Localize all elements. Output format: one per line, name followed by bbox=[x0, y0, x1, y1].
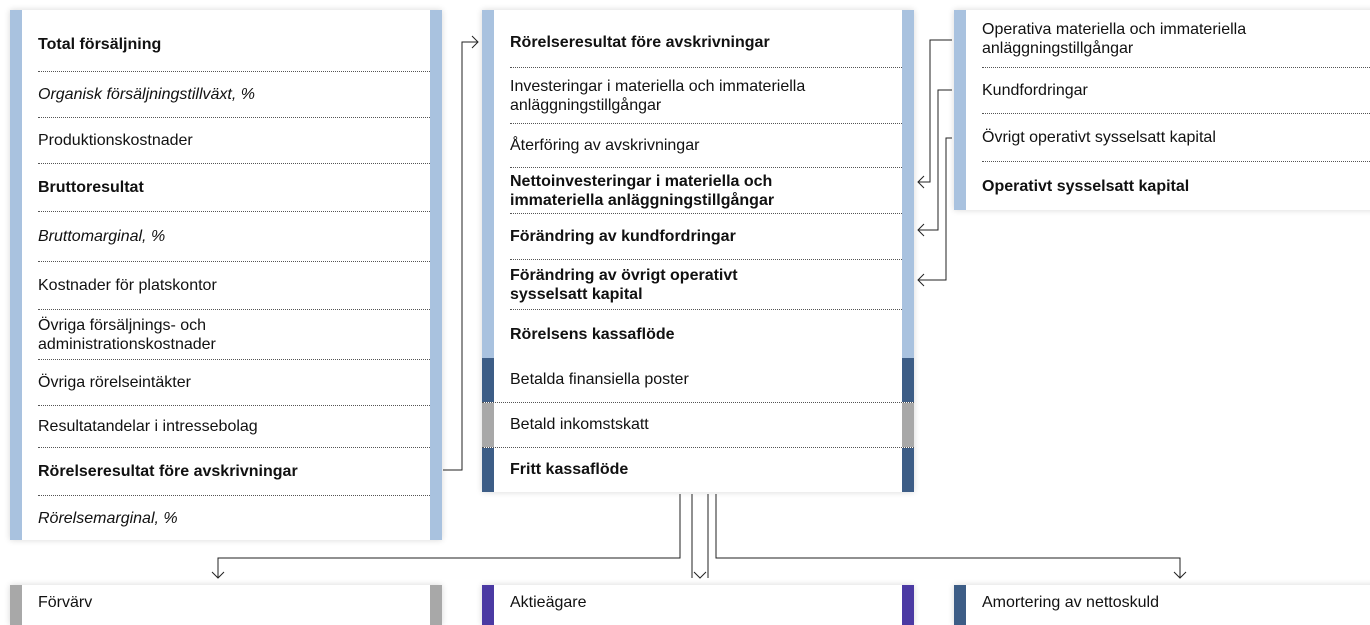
paid-income-tax-row: Betald inkomstskatt bbox=[482, 403, 914, 448]
box-right-bar bbox=[902, 358, 914, 402]
middle-row: Förändring av kundfordringar bbox=[510, 214, 902, 260]
income-statement-box: Total försäljning Organisk försäljningst… bbox=[10, 10, 442, 540]
arrowhead bbox=[211, 571, 225, 579]
middle-row: Förändring av övrigt operativt sysselsat… bbox=[510, 260, 902, 310]
arrowhead bbox=[917, 273, 925, 287]
box-left-bar bbox=[954, 585, 966, 625]
box-right-bar bbox=[902, 10, 914, 358]
left-row: Rörelseresultat före avskrivningar bbox=[38, 448, 430, 496]
box-right-bar bbox=[430, 585, 442, 625]
ebitda-connector-arrow bbox=[443, 41, 478, 471]
receivables-connector-arrow bbox=[918, 89, 952, 231]
other-capital-connector-arrow bbox=[918, 137, 952, 281]
box-left-bar bbox=[482, 585, 494, 625]
lower-row-label: Betalda finansiella poster bbox=[510, 371, 689, 388]
middle-row: Rörelseresultat före avskrivningar bbox=[510, 18, 902, 68]
net-debt-connector-arrow bbox=[715, 494, 1181, 578]
right-row: Operativa materiella och immateriella an… bbox=[982, 10, 1370, 68]
middle-row: Investeringar i materiella och immaterie… bbox=[510, 68, 902, 124]
paid-financial-items-row: Betalda finansiella poster bbox=[482, 358, 914, 403]
arrowhead bbox=[471, 35, 479, 49]
lower-row-label: Fritt kassaflöde bbox=[510, 461, 629, 478]
capital-employed-box: Operativa materiella och immateriella an… bbox=[954, 10, 1370, 210]
left-row: Kostnader för platskontor bbox=[38, 262, 430, 310]
middle-row: Nettoinvesteringar i materiella och imma… bbox=[510, 168, 902, 214]
shareholders-box: Aktieägare bbox=[482, 585, 914, 625]
right-row: Övrigt operativt sysselsatt kapital bbox=[982, 114, 1370, 162]
left-row: Organisk försäljningstillväxt, % bbox=[38, 72, 430, 118]
acquisitions-box: Förvärv bbox=[10, 585, 442, 625]
box-right-bar bbox=[902, 403, 914, 447]
box-right-bar bbox=[902, 585, 914, 625]
cash-flow-box: Rörelseresultat före avskrivningar Inves… bbox=[482, 10, 914, 492]
left-row: Bruttomarginal, % bbox=[38, 212, 430, 262]
net-investment-connector-arrow bbox=[918, 39, 952, 183]
box-left-bar bbox=[954, 10, 966, 210]
arrowhead bbox=[693, 571, 707, 579]
left-row: Övriga rörelseintäkter bbox=[38, 360, 430, 406]
arrowhead bbox=[917, 175, 925, 189]
box-left-bar bbox=[10, 10, 22, 540]
left-row: Rörelsemarginal, % bbox=[38, 509, 178, 527]
box-left-bar bbox=[482, 358, 494, 402]
free-cash-flow-row: Fritt kassaflöde bbox=[482, 448, 914, 492]
arrowhead bbox=[1173, 571, 1187, 579]
box-left-bar bbox=[482, 403, 494, 447]
bottom-box-label: Förvärv bbox=[38, 594, 93, 611]
left-row: Produktionskostnader bbox=[38, 118, 430, 164]
left-row: Övriga försäljnings- och administrations… bbox=[38, 310, 430, 360]
left-row: Resultatandelar i intressebolag bbox=[38, 406, 430, 448]
left-row: Total försäljning bbox=[38, 18, 430, 72]
net-debt-amortization-box: Amortering av nettoskuld bbox=[954, 585, 1370, 625]
arrowhead bbox=[917, 223, 925, 237]
left-row: Bruttoresultat bbox=[38, 164, 430, 212]
middle-row: Återföring av avskrivningar bbox=[510, 124, 902, 168]
bottom-box-label: Aktieägare bbox=[510, 594, 587, 611]
box-left-bar bbox=[10, 585, 22, 625]
right-row: Operativt sysselsatt kapital bbox=[982, 177, 1190, 195]
box-left-bar bbox=[482, 448, 494, 492]
box-left-bar bbox=[482, 10, 494, 358]
right-row: Kundfordringar bbox=[982, 68, 1370, 114]
box-right-bar bbox=[430, 10, 442, 540]
bottom-box-label: Amortering av nettoskuld bbox=[982, 594, 1159, 611]
box-right-bar bbox=[902, 448, 914, 492]
lower-row-label: Betald inkomstskatt bbox=[510, 416, 649, 433]
middle-row: Rörelsens kassaflöde bbox=[510, 325, 675, 343]
